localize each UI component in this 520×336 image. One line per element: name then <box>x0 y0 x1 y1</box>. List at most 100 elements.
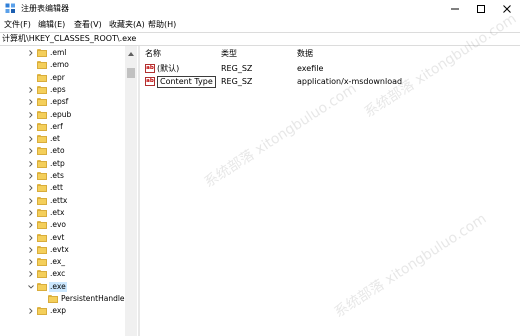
folder-icon <box>37 208 47 217</box>
tree-item-label: .ets <box>50 171 64 180</box>
tree-item[interactable]: .exp <box>0 305 124 317</box>
folder-icon <box>37 122 47 131</box>
tree-item-label: .evo <box>50 220 67 230</box>
chevron-right-icon[interactable] <box>27 184 35 192</box>
chevron-right-icon[interactable] <box>27 160 35 168</box>
menu-edit[interactable]: 编辑(E) <box>38 20 65 30</box>
folder-icon <box>37 282 47 291</box>
chevron-right-icon[interactable] <box>27 49 35 57</box>
chevron-right-icon[interactable] <box>27 258 35 266</box>
minimize-icon <box>451 8 459 10</box>
chevron-right-icon[interactable] <box>27 172 35 180</box>
tree-item[interactable]: .evt <box>0 232 124 244</box>
chevron-right-icon[interactable] <box>27 98 35 106</box>
tree-item[interactable]: .evo <box>0 219 124 231</box>
chevron-right-icon[interactable] <box>27 111 35 119</box>
menu-file[interactable]: 文件(F) <box>4 20 31 30</box>
tree-item-label: .etp <box>50 158 65 168</box>
chevron-right-icon[interactable] <box>27 197 35 205</box>
tree-item-label: .emo <box>50 60 69 70</box>
tree-item-label: .ex_ <box>50 257 66 267</box>
tree-item[interactable]: .epr <box>0 72 124 84</box>
maximize-button[interactable] <box>468 0 494 18</box>
folder-icon <box>37 135 47 144</box>
scroll-up-icon[interactable] <box>128 52 134 56</box>
tree-item-label: .eml <box>50 48 67 57</box>
value-row[interactable]: ab Content Type REG_SZ application/x-msd… <box>141 75 520 89</box>
tree-item-label: .erf <box>50 121 63 131</box>
folder-icon <box>37 270 47 279</box>
menu-view[interactable]: 查看(V) <box>74 20 102 30</box>
tree-item[interactable]: .epsf <box>0 96 124 108</box>
title-bar: 注册表编辑器 <box>0 0 520 18</box>
tree-item[interactable]: .etx <box>0 207 124 219</box>
chevron-right-icon[interactable] <box>27 234 35 242</box>
value-list: 名称 类型 数据 ab (默认) REG_SZ exefile ab Conte… <box>141 46 520 336</box>
chevron-right-icon[interactable] <box>27 209 35 217</box>
address-path[interactable]: 计算机\HKEY_CLASSES_ROOT\.exe <box>2 34 136 44</box>
value-name: (默认) <box>157 64 180 73</box>
scrollbar-thumb[interactable] <box>127 68 135 78</box>
column-header-type[interactable]: 类型 <box>221 49 237 59</box>
tree-item[interactable]: .et <box>0 133 124 145</box>
value-row[interactable]: ab (默认) REG_SZ exefile <box>141 62 520 76</box>
value-type: REG_SZ <box>221 64 253 73</box>
tree-item[interactable]: .erf <box>0 121 124 133</box>
tree-scrollbar[interactable] <box>125 46 137 336</box>
tree-child-item[interactable]: PersistentHandler <box>0 293 128 305</box>
registry-editor-icon <box>5 3 15 13</box>
tree-item[interactable]: .etp <box>0 158 124 170</box>
minimize-button[interactable] <box>442 0 468 18</box>
chevron-right-icon[interactable] <box>27 221 35 229</box>
string-value-icon: ab <box>145 64 155 73</box>
chevron-right-icon[interactable] <box>27 123 35 131</box>
tree-item-label: .epr <box>50 72 65 82</box>
tree-item[interactable]: .ets <box>0 170 124 182</box>
tree-item[interactable]: .evtx <box>0 244 124 256</box>
value-name: Content Type <box>157 76 216 88</box>
folder-icon <box>37 172 47 180</box>
tree-item[interactable]: .ett <box>0 182 124 194</box>
key-tree: .eml .emo .epr .eps .epsf .epub .erf .et .eto .et… <box>0 46 137 336</box>
close-button[interactable] <box>494 0 520 18</box>
chevron-right-icon[interactable] <box>27 147 35 155</box>
chevron-right-icon[interactable] <box>27 246 35 254</box>
pane-splitter[interactable] <box>138 46 140 336</box>
menu-help[interactable]: 帮助(H) <box>148 20 176 30</box>
tree-item[interactable]: .eto <box>0 145 124 157</box>
folder-icon <box>37 245 47 254</box>
tree-item[interactable]: .exc <box>0 268 124 280</box>
tree-item-label: .eps <box>50 84 66 94</box>
chevron-down-icon[interactable] <box>27 283 35 291</box>
tree-item-label: PersistentHandler <box>61 294 128 303</box>
column-header-name[interactable]: 名称 <box>145 49 161 59</box>
tree-item[interactable]: .eps <box>0 84 124 96</box>
folder-icon <box>37 110 47 119</box>
tree-item-label: .eto <box>50 146 65 156</box>
folder-icon <box>48 295 58 303</box>
folder-icon <box>37 258 47 267</box>
folder-icon <box>37 221 47 230</box>
tree-item[interactable]: .epub <box>0 109 124 121</box>
tree-item[interactable]: .eml <box>0 47 124 59</box>
address-bar[interactable]: 计算机\HKEY_CLASSES_ROOT\.exe <box>0 32 520 46</box>
tree-item-label: .exc <box>50 269 66 279</box>
maximize-icon <box>477 5 485 13</box>
folder-icon <box>37 159 47 168</box>
tree-item[interactable]: .emo <box>0 59 124 71</box>
tree-item-label: .evt <box>50 232 65 242</box>
tree-item[interactable]: .exe <box>0 281 124 293</box>
column-header-data[interactable]: 数据 <box>297 49 313 59</box>
menu-favorites[interactable]: 收藏夹(A) <box>109 20 145 30</box>
folder-icon <box>37 196 47 205</box>
folder-icon <box>37 184 47 193</box>
chevron-right-icon[interactable] <box>27 135 35 143</box>
chevron-right-icon[interactable] <box>27 86 35 94</box>
tree-item-label: .ettx <box>50 195 68 205</box>
tree-item[interactable]: .ex_ <box>0 256 124 268</box>
tree-item[interactable]: .ettx <box>0 195 124 207</box>
chevron-right-icon[interactable] <box>27 307 35 315</box>
tree-item-label: .ett <box>50 183 63 193</box>
chevron-right-icon[interactable] <box>27 270 35 278</box>
menu-bar: 文件(F) 编辑(E) 查看(V) 收藏夹(A) 帮助(H) <box>0 18 520 32</box>
